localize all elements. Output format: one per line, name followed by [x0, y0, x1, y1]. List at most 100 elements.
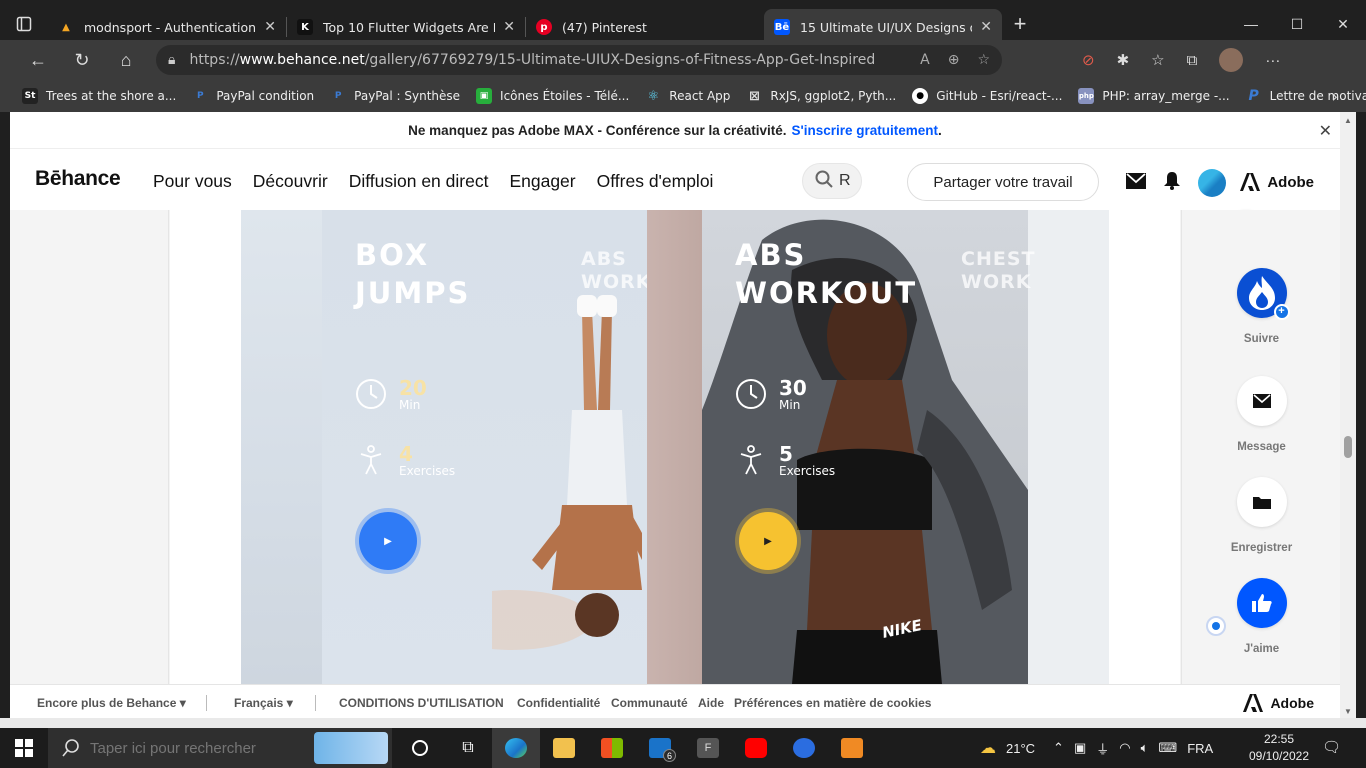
bookmark-label: RxJS, ggplot2, Pyth...	[770, 89, 897, 103]
nav-jobs[interactable]: Offres d'emploi	[597, 171, 714, 192]
footer-community[interactable]: Communauté	[611, 696, 688, 710]
windows-start-icon[interactable]	[0, 728, 48, 768]
behance-logo[interactable]: Bēhance	[35, 167, 121, 191]
search-input[interactable]	[839, 172, 857, 190]
close-tab-icon[interactable]: ✕	[264, 19, 276, 35]
extensions-icon[interactable]: ✱	[1117, 51, 1130, 69]
person-exercise-icon	[740, 445, 762, 475]
favorites-icon[interactable]: ☆	[1151, 51, 1164, 69]
profile-avatar[interactable]	[1219, 48, 1244, 72]
scrollbar-thumb[interactable]	[1344, 436, 1352, 458]
bookmark-item[interactable]: ▣ Icônes Étoiles - Télé...	[476, 88, 629, 104]
nav-hire[interactable]: Engager	[509, 171, 575, 192]
footer-adobe[interactable]: Adobe	[1243, 694, 1314, 712]
more-menu-icon[interactable]: ···	[1265, 52, 1280, 69]
temperature[interactable]: 21°C	[1006, 741, 1035, 756]
share-work-button[interactable]: Partager votre travail	[907, 163, 1099, 201]
play-icon: ▶	[384, 535, 392, 547]
refresh-icon[interactable]: ↻	[60, 40, 104, 80]
promo-link[interactable]: S'inscrire gratuitement	[792, 123, 939, 138]
url-actions: A ⊕ ☆	[920, 52, 990, 68]
card2-exercises: 5 Exercises	[735, 444, 835, 478]
usb-icon[interactable]: ⏚	[1096, 739, 1109, 758]
nav-livestream[interactable]: Diffusion en direct	[349, 171, 489, 192]
weather-icon[interactable]: ☁	[980, 738, 996, 758]
tray-app-icon[interactable]: ▣	[1074, 740, 1086, 756]
bookmark-item[interactable]: ● GitHub - Esri/react-...	[912, 88, 1062, 104]
footer-privacy[interactable]: Confidentialité	[517, 696, 600, 710]
read-aloud-icon[interactable]: A	[920, 52, 930, 68]
clock-icon	[736, 379, 766, 409]
bookmark-item[interactable]: P PayPal condition	[192, 88, 314, 104]
follow-avatar[interactable]: +	[1236, 268, 1290, 320]
user-avatar[interactable]	[1198, 169, 1226, 197]
play-button-yellow[interactable]: ▶	[739, 512, 797, 570]
input-language[interactable]: FRA	[1187, 741, 1213, 756]
file-explorer-icon[interactable]	[540, 728, 588, 768]
task-view-icon[interactable]: ⧉	[444, 728, 492, 768]
footer-terms[interactable]: CONDITIONS D'UTILISATION	[339, 696, 504, 710]
message-action[interactable]: Message	[1182, 376, 1340, 453]
paypal-icon: P	[334, 91, 342, 101]
page-scrollbar[interactable]: ▲ ▼	[1340, 112, 1356, 718]
bookmark-item[interactable]: php PHP: array_merge -...	[1078, 88, 1230, 104]
close-tab-icon[interactable]: ✕	[503, 19, 515, 35]
save-action[interactable]: Enregistrer	[1182, 477, 1340, 554]
url-bar[interactable]: 🔒︎ https://www.behance.net/gallery/67769…	[156, 45, 1002, 75]
footer-cookies[interactable]: Préférences en matière de cookies	[734, 696, 931, 710]
tray-chevron-icon[interactable]: ⌃	[1053, 740, 1064, 756]
footer-more-behance[interactable]: Encore plus de Behance ▾	[37, 696, 186, 710]
search-box[interactable]	[802, 163, 862, 199]
bookmark-item[interactable]: P PayPal : Synthèse	[330, 88, 460, 104]
edge-app-icon[interactable]	[492, 728, 540, 768]
system-clock[interactable]: 22:55 09/10/2022	[1244, 731, 1314, 765]
favorite-add-icon[interactable]: ☆	[977, 52, 990, 68]
mail-app-icon[interactable]: 6	[636, 728, 684, 768]
close-tab-icon[interactable]: ✕	[980, 19, 992, 35]
back-icon[interactable]: ←	[16, 40, 60, 80]
scroll-down-icon[interactable]: ▼	[1344, 707, 1352, 716]
zoom-icon[interactable]: ⊕	[948, 52, 960, 68]
wifi-icon[interactable]: ◠	[1119, 740, 1130, 756]
tab-title: Top 10 Flutter Widgets Are Best	[323, 19, 495, 35]
taskbar-search[interactable]	[48, 728, 392, 768]
follow-action[interactable]: + Suivre	[1182, 268, 1340, 345]
cheatsheet-icon: ⊠	[748, 88, 760, 104]
word-like-app-icon[interactable]	[780, 728, 828, 768]
php-icon: php	[1078, 88, 1095, 104]
project-image[interactable]: BOX JUMPS ABS WORK 20 Min 4 Exercises ▶ …	[241, 210, 1109, 684]
save-button[interactable]	[1236, 477, 1287, 527]
adobe-link[interactable]: Adobe	[1240, 173, 1314, 191]
bookmark-item[interactable]: P Lettre de motivatio...	[1246, 88, 1366, 104]
collections-icon[interactable]: ⧉	[1187, 52, 1198, 69]
footer-help[interactable]: Aide	[698, 696, 724, 710]
chat-dot-icon[interactable]	[1206, 616, 1226, 636]
mail-icon[interactable]	[1126, 172, 1146, 194]
new-tab-button[interactable]: +	[1002, 11, 1038, 37]
store-icon[interactable]	[588, 728, 636, 768]
volume-icon[interactable]: 🔈︎	[1141, 740, 1149, 756]
bell-icon[interactable]	[1164, 171, 1180, 195]
keyboard-icon[interactable]: ⌨	[1158, 740, 1177, 756]
notifications-icon[interactable]: 🗨︎	[1322, 738, 1341, 756]
scroll-up-icon[interactable]: ▲	[1344, 116, 1352, 125]
home-icon[interactable]: ⌂	[104, 40, 148, 80]
bookmark-item[interactable]: ⊠ RxJS, ggplot2, Pyth...	[746, 88, 896, 104]
close-icon[interactable]: ✕	[1319, 121, 1332, 141]
blocked-icon[interactable]: ⊘	[1082, 51, 1095, 69]
cortana-icon[interactable]	[396, 728, 444, 768]
nav-for-you[interactable]: Pour vous	[153, 171, 232, 192]
footer-language[interactable]: Français ▾	[234, 696, 293, 710]
f-app-icon[interactable]: F	[684, 728, 732, 768]
nav-discover[interactable]: Découvrir	[253, 171, 328, 192]
message-button[interactable]	[1236, 376, 1287, 426]
chevron-right-icon[interactable]: ›	[1332, 87, 1338, 106]
media-app-icon[interactable]	[828, 728, 876, 768]
taskbar-search-input[interactable]	[90, 739, 310, 757]
youtube-icon[interactable]	[732, 728, 780, 768]
play-button-blue[interactable]: ▶	[359, 512, 417, 570]
like-button[interactable]	[1236, 578, 1287, 628]
bookmark-item[interactable]: St Trees at the shore a...	[22, 88, 176, 104]
bookmark-item[interactable]: ⚛ React App	[645, 88, 730, 104]
like-action[interactable]: J'aime	[1182, 578, 1340, 655]
